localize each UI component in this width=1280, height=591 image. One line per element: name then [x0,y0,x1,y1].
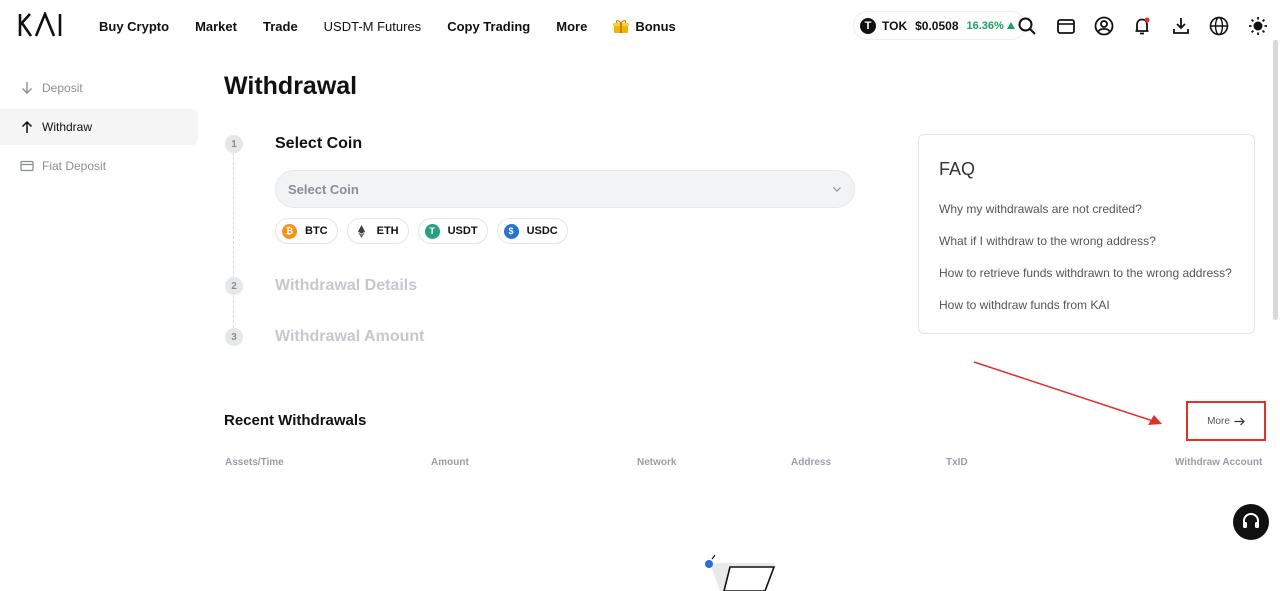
token-ticker[interactable]: T TOK $0.0508 16.36% [853,11,1026,40]
eth-icon [357,224,365,238]
faq-title: FAQ [939,159,976,179]
annotation-arrow [973,361,1162,425]
step-title-withdrawal-details: Withdrawal Details [275,277,418,294]
main-nav: Buy Crypto Market Trade USDT-M Futures C… [99,0,702,52]
download-icon[interactable] [1171,16,1191,36]
usdc-icon: $ [503,223,519,239]
coin-chip-label: USDT [447,225,478,237]
coin-chip-usdt[interactable]: T USDT [417,218,488,244]
ticker-symbol: TOK [882,18,908,33]
theme-icon[interactable] [1248,16,1268,36]
user-icon[interactable] [1094,16,1114,36]
sidebar-item-label: Withdraw [42,120,93,134]
chevron-down-icon [833,187,841,192]
coin-chip-btc[interactable]: ₿ BTC [275,218,338,244]
step-title-select-coin: Select Coin [275,135,363,152]
nav-bonus-label: Bonus [635,18,676,34]
sidebar-item-deposit[interactable]: Deposit [0,70,198,106]
usdt-icon: T [424,223,440,239]
btc-icon: ₿ [282,223,297,239]
nav-usdt-m-futures[interactable]: USDT-M Futures [324,19,422,34]
column-header-amount: Amount [431,457,469,468]
step-number-1: 1 [225,135,243,153]
faq-link[interactable]: How to retrieve funds withdrawn to the w… [939,266,1232,280]
globe-icon[interactable] [1209,16,1229,36]
tok-logo-icon: T [860,17,876,34]
ticker-change: 16.36% [966,19,1004,32]
steps-connector [233,152,234,328]
support-chat-button[interactable] [1233,504,1269,540]
nav-copy-trading[interactable]: Copy Trading [447,19,530,34]
coin-chip-label: ETH [376,225,399,237]
faq-link[interactable]: Why my withdrawals are not credited? [939,202,1142,216]
more-label: More [1207,415,1230,427]
coin-chip-eth[interactable]: ETH [346,218,409,244]
nav-market[interactable]: Market [195,19,237,34]
coin-chip-label: USDC [526,225,558,237]
faq-link[interactable]: What if I withdraw to the wrong address? [939,234,1156,248]
step-number-2: 2 [225,277,243,295]
nav-buy-crypto[interactable]: Buy Crypto [99,19,169,34]
up-triangle-icon [1006,22,1015,29]
column-header-withdraw-account: Withdraw Account [1175,457,1263,468]
search-icon[interactable] [1017,16,1037,36]
card-icon [20,160,34,172]
faq-link[interactable]: How to withdraw funds from KAI [939,298,1110,312]
page-title: Withdrawal [224,72,358,100]
arrow-up-icon [21,120,33,133]
ticker-price: $0.0508 [915,18,959,33]
headset-icon [1243,512,1259,528]
quick-coin-list: ₿ BTC ETH T USDT $ USDC [275,218,568,244]
step-title-withdrawal-amount: Withdrawal Amount [275,328,425,345]
page-scrollbar[interactable] [1273,40,1278,320]
sidebar-item-label: Fiat Deposit [42,159,107,173]
sidebar-item-label: Deposit [42,81,83,95]
coin-select-dropdown[interactable]: Select Coin [275,170,855,208]
coin-chip-label: BTC [305,225,328,237]
coin-select-placeholder: Select Coin [288,181,359,197]
column-header-network: Network [637,457,677,468]
nav-bonus[interactable]: Bonus [613,18,676,34]
wallet-icon[interactable] [1056,16,1076,36]
gift-icon [613,19,630,33]
arrow-down-icon [22,82,32,94]
nav-trade[interactable]: Trade [263,19,298,34]
step-number-3: 3 [225,328,243,346]
coin-chip-usdc[interactable]: $ USDC [496,218,568,244]
column-header-assets-time: Assets/Time [225,457,284,468]
sidebar-item-fiat-deposit[interactable]: Fiat Deposit [0,148,198,184]
more-button[interactable]: More [1186,401,1266,441]
top-bar: Buy Crypto Market Trade USDT-M Futures C… [0,0,1280,52]
column-header-txid: TxID [946,457,968,468]
recent-withdrawals-title: Recent Withdrawals [224,412,367,429]
faq-panel: FAQ Why my withdrawals are not credited?… [918,134,1255,334]
nav-more[interactable]: More [556,19,587,34]
sidebar-item-withdraw[interactable]: Withdraw [0,109,198,145]
bell-icon[interactable] [1132,16,1152,36]
empty-state-illustration [705,554,776,591]
kai-logo[interactable] [18,12,74,38]
arrow-right-icon [1234,417,1245,425]
column-header-address: Address [791,457,832,468]
